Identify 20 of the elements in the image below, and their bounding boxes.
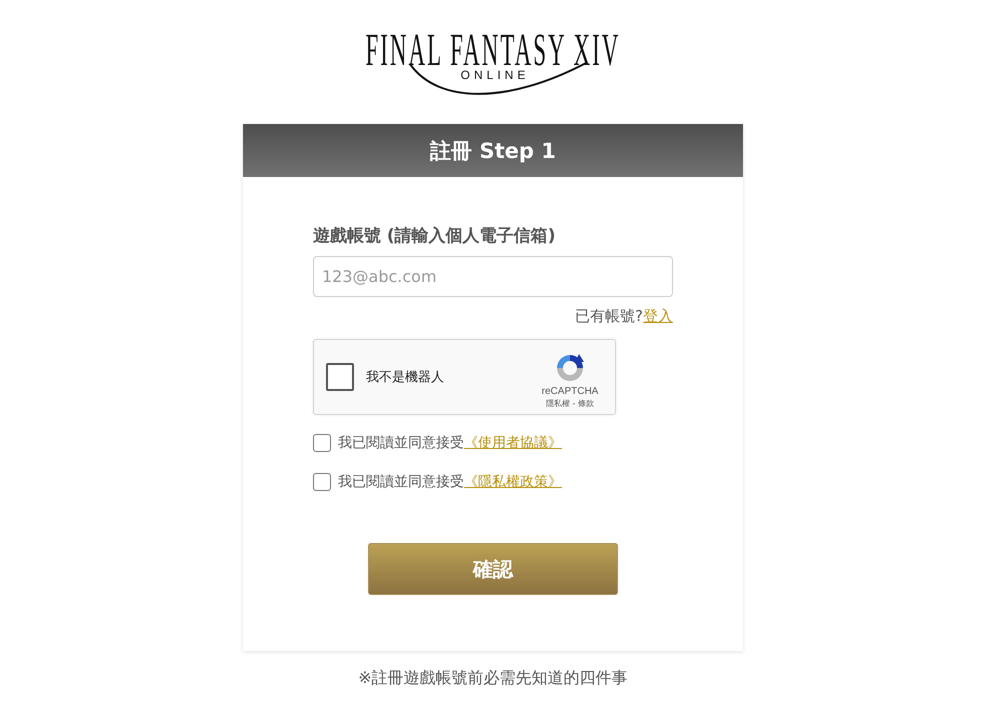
- logo-subtitle: ONLINE: [460, 69, 530, 82]
- captcha-checkbox[interactable]: [326, 363, 354, 391]
- agreement-checkbox[interactable]: [313, 434, 331, 452]
- footer-note: ※註冊遊戲帳號前必需先知道的四件事: [358, 668, 628, 689]
- captcha-links[interactable]: 隱私權 - 條款: [546, 398, 594, 408]
- captcha-brand: reCAPTCHA: [542, 386, 598, 398]
- agreement-link[interactable]: 《使用者協議》: [464, 434, 566, 452]
- agreement-checkbox[interactable]: [313, 473, 331, 491]
- email-input[interactable]: 123@abc.com: [313, 256, 673, 297]
- login-link[interactable]: 登入: [643, 306, 673, 326]
- agreement-link[interactable]: 《隱私權政策》: [464, 473, 566, 491]
- card-title: 註冊 Step 1: [430, 138, 556, 164]
- agreement-text: 我已閱讀並同意接受: [338, 473, 464, 491]
- confirm-button[interactable]: 確認: [368, 543, 618, 595]
- captcha-label: 我不是機器人: [366, 369, 445, 386]
- login-prompt: 已有帳號?: [575, 306, 643, 326]
- logo-title: FINAL FANTASY XIV: [366, 28, 620, 72]
- recaptcha-icon: [554, 352, 586, 384]
- agreement-text: 我已閱讀並同意接受: [338, 434, 464, 452]
- email-label: 遊戲帳號 (請輸入個人電子信箱): [313, 225, 556, 247]
